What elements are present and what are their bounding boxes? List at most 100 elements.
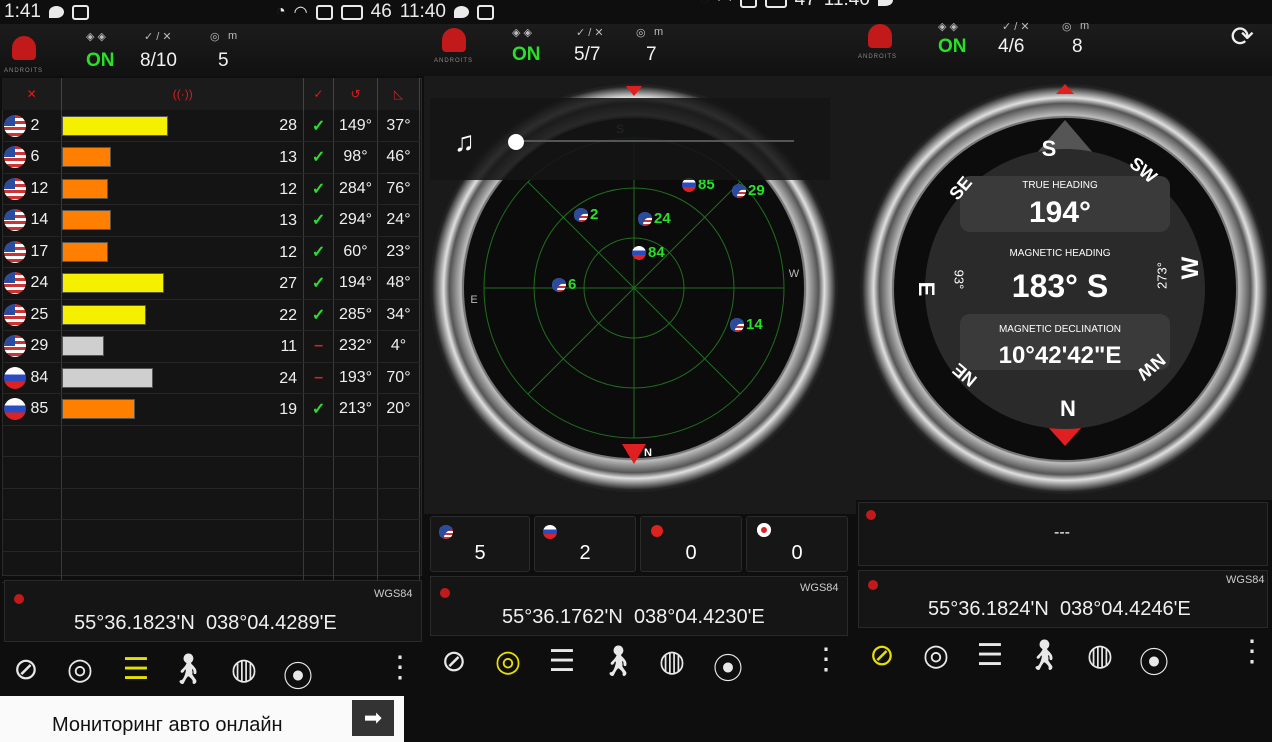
compass-icon[interactable]: ⊘ <box>434 644 474 679</box>
radar-sat-14[interactable]: 14 <box>730 316 763 333</box>
empty-row <box>2 551 420 583</box>
elevation-value: 48° <box>377 267 420 300</box>
sat-id-cell: 24 <box>2 267 63 300</box>
signal-cell: 27 <box>61 267 305 300</box>
globe-icon[interactable]: ◍ <box>1080 638 1120 673</box>
seek-handle[interactable] <box>508 134 524 150</box>
snr-value: 11 <box>280 338 298 355</box>
overflow-menu-icon[interactable]: ⋮ <box>806 642 846 677</box>
radar-icon[interactable]: ◎ <box>60 652 100 687</box>
accuracy-value: 5 <box>218 50 229 71</box>
elevation-value: 20° <box>377 393 420 426</box>
us-flag-icon <box>732 183 746 198</box>
signal-bar <box>62 115 169 136</box>
azimuth-value: 213° <box>333 393 378 426</box>
magnetic-declination-value: 10°42'42"E <box>998 342 1122 369</box>
radar-icon[interactable]: ◎ <box>488 644 528 679</box>
table-row[interactable]: 17 12 ✓ 60° 23° <box>2 236 420 268</box>
sat-id: 84 <box>30 368 49 386</box>
table-row[interactable]: 29 11–232° 4° <box>2 330 420 363</box>
magnetic-declination-label: MAGNETIC DECLINATION <box>998 324 1122 335</box>
sat-id-cell: 14 <box>2 204 63 237</box>
signal-icon: ◔ <box>700 0 710 9</box>
snr-value: 12 <box>279 180 298 198</box>
table-row[interactable]: 25 22 ✓ 285° 34° <box>2 299 420 331</box>
snr-value: 19 <box>279 401 298 418</box>
status-bar-right: ◔ ◠ 47 11:40 <box>700 0 893 12</box>
music-overlay[interactable]: ♫ <box>430 98 830 180</box>
radar-icon[interactable]: ◎ <box>916 638 956 673</box>
us-flag-icon <box>4 240 26 263</box>
used-cell: ✓ <box>303 393 335 426</box>
battery-icon <box>340 4 363 20</box>
map-pin-icon[interactable]: ⦿ <box>708 644 748 688</box>
walk-icon[interactable]: 🚶︎ <box>598 644 638 679</box>
message-icon <box>48 6 64 18</box>
battery-icon <box>764 0 787 8</box>
signal-bar <box>62 147 112 168</box>
accuracy-unit: m <box>1080 20 1090 32</box>
sat-id-cell: 25 <box>2 299 63 331</box>
signal-bars-icon[interactable]: ☰ <box>970 638 1010 673</box>
radar-sat-24[interactable]: 24 <box>638 210 671 227</box>
message-icon <box>453 6 469 18</box>
magnetic-heading-label: MAGNETIC HEADING <box>1009 248 1111 259</box>
count-value: 5 <box>474 542 486 564</box>
compass-icon[interactable]: ⊘ <box>862 638 902 673</box>
map-pin-icon[interactable]: ⦿ <box>278 652 318 696</box>
signal-bars-icon[interactable]: ☰ <box>116 652 156 687</box>
compass-right-degree: 273° <box>1154 262 1170 289</box>
table-row[interactable]: 12 12 ✓ 284° 76° <box>2 173 420 205</box>
table-row[interactable]: 24 27 ✓ 194° 48° <box>2 267 420 300</box>
radar-sat-2[interactable]: 2 <box>574 206 598 223</box>
sat-id: 6 <box>30 148 40 166</box>
azimuth-value: 60° <box>333 236 378 268</box>
walk-icon[interactable]: 🚶︎ <box>1024 638 1064 673</box>
overflow-menu-icon[interactable]: ⋮ <box>1232 634 1272 669</box>
overflow-menu-icon[interactable]: ⋮ <box>380 650 420 685</box>
beidou-count-panel: 0 <box>640 516 742 572</box>
signal-bars-icon[interactable]: ☰ <box>542 644 582 679</box>
satellite-fix-icon: ◈ ◈ <box>512 27 532 39</box>
globe-icon[interactable]: ◍ <box>224 652 264 687</box>
table-row[interactable]: 85 19 ✓ 213° 20° <box>2 393 420 426</box>
col-elevation-header: ◺ <box>377 78 420 110</box>
signal-cell: 22 <box>61 299 305 331</box>
radar-sat-29[interactable]: 29 <box>732 182 765 199</box>
seek-track[interactable] <box>524 140 794 142</box>
signal-bar <box>62 241 109 262</box>
radar-sat-84[interactable]: 84 <box>632 244 665 261</box>
sats-used-visible: 5/7 <box>574 44 601 65</box>
elevation-value: 24° <box>377 204 420 237</box>
radar-sat-6[interactable]: 6 <box>552 276 576 293</box>
compass-icon[interactable]: ⊘ <box>6 652 46 687</box>
longitude: 038°04.4230'E <box>633 606 765 628</box>
table-row[interactable]: 84 24–193° 70° <box>2 362 420 394</box>
check-icon: ✓ <box>311 212 326 230</box>
datum-label: WGS84 <box>374 588 413 600</box>
map-pin-icon[interactable]: ⦿ <box>1134 638 1174 682</box>
table-row[interactable]: 2 28 ✓ 149° 37° <box>2 110 420 142</box>
radar-west-label: W <box>788 268 800 280</box>
image-icon <box>71 4 89 20</box>
accuracy-icon: ◎ <box>636 27 646 39</box>
ad-banner[interactable]: Мониторинг авто онлайн ➡ <box>0 696 404 742</box>
used-visible-icon: ✓ / ✕ <box>144 31 172 43</box>
walk-icon[interactable]: 🚶︎ <box>168 652 208 687</box>
table-row[interactable]: 14 13 ✓ 294° 24° <box>2 204 420 237</box>
us-flag-icon <box>574 207 588 222</box>
true-heading-label: TRUE HEADING <box>1022 180 1098 191</box>
signal-cell: 12 <box>61 173 305 205</box>
sat-id-cell: 17 <box>2 236 63 268</box>
globe-icon[interactable]: ◍ <box>652 644 692 679</box>
satellite-fix-icon: ◈ ◈ <box>938 21 958 33</box>
us-flag-icon <box>638 211 652 226</box>
brand-label: ANDROITS <box>434 58 474 64</box>
signal-bar <box>62 210 112 231</box>
ru-flag-icon <box>4 366 26 389</box>
arrow-right-icon[interactable]: ➡ <box>352 700 394 736</box>
refresh-icon[interactable]: ⟳ <box>1231 20 1254 53</box>
used-cell: – <box>303 362 335 394</box>
table-row[interactable]: 6 13 ✓ 98° 46° <box>2 141 420 174</box>
sat-id: 25 <box>30 305 49 323</box>
